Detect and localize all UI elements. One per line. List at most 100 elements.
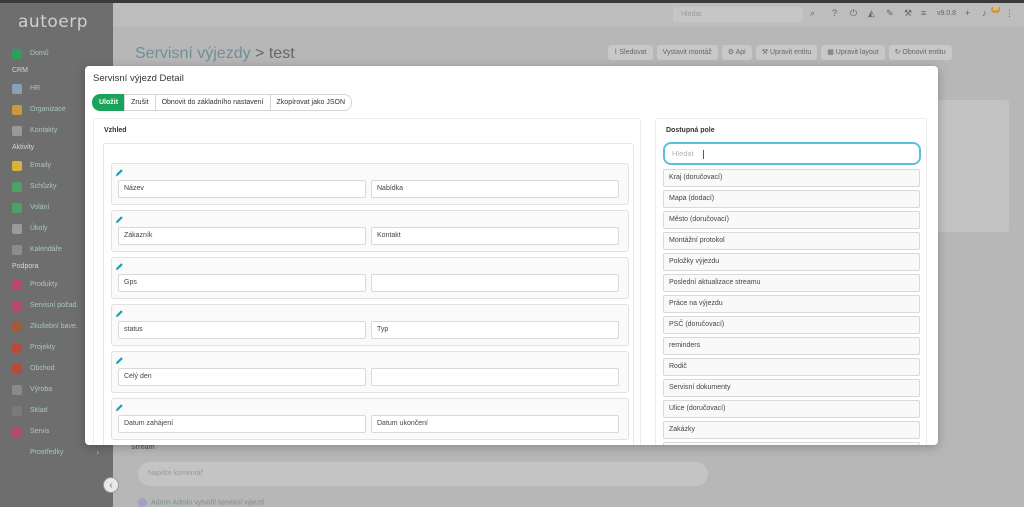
available-field-zeme-dorucovaci[interactable]: Země (doručovací) <box>663 442 920 445</box>
app-logo[interactable]: autoerp <box>18 12 88 32</box>
power-icon[interactable]: ⏻ <box>850 8 857 19</box>
page-title: Servisní výjezdy > test <box>135 45 295 63</box>
layout-row[interactable]: Zákazník Kontakt <box>111 210 629 252</box>
sidebar-item-label: Úkoly <box>30 225 48 232</box>
layout-field-kontakt[interactable]: Kontakt <box>371 227 619 245</box>
search-icon[interactable]: ⌕ <box>810 8 815 19</box>
sidebar-item-label: Zkušební bave. <box>30 323 78 330</box>
fields-search-input[interactable]: Hledat <box>663 142 921 165</box>
available-field-rodic[interactable]: Rodič <box>663 358 920 376</box>
layout-panel-body: Název Nabídka Zákazník Kontakt Gps status Typ C… <box>103 143 634 445</box>
stream-label: Stream <box>131 444 155 451</box>
bell-clear-icon[interactable]: ◭ <box>868 8 875 19</box>
layout-row[interactable]: Název Nabídka <box>111 163 629 205</box>
text-cursor-icon <box>703 150 704 159</box>
layout-field-datum-ukonceni[interactable]: Datum ukončení <box>371 415 619 433</box>
edit-entity-button[interactable]: ⚒ Upravit entitu <box>755 45 818 60</box>
notification-badge: 10 <box>991 6 1000 13</box>
database-icon[interactable]: ≡ <box>921 8 926 18</box>
layout-field-gps[interactable]: Gps <box>118 274 366 292</box>
volani-icon <box>12 202 22 213</box>
available-field-mesto-dorucovaci[interactable]: Město (doručovací) <box>663 211 920 229</box>
edit-row-pencil-icon[interactable] <box>115 309 124 318</box>
cancel-button[interactable]: Zrušit <box>124 94 156 111</box>
layout-field-cely-den[interactable]: Celý den <box>118 368 366 386</box>
available-field-zakazky[interactable]: Zakázky <box>663 421 920 439</box>
sidebar-item-prostredky[interactable]: Prostředky › <box>0 442 113 463</box>
help-icon[interactable]: ? <box>832 8 837 18</box>
modal-title: Servisní výjezd Detail <box>93 73 184 84</box>
global-search-input[interactable]: Hledat <box>673 7 803 22</box>
prostredky-icon <box>12 447 22 458</box>
breadcrumb-parent[interactable]: Servisní výjezdy <box>135 45 251 62</box>
ukoly-icon <box>12 223 22 234</box>
chevron-right-icon: › <box>96 448 99 457</box>
layout-empty-cell[interactable] <box>371 368 619 386</box>
organizace-icon <box>12 104 22 115</box>
layout-row[interactable]: Gps <box>111 257 629 299</box>
available-field-reminders[interactable]: reminders <box>663 337 920 355</box>
layout-field-zakaznik[interactable]: Zákazník <box>118 227 366 245</box>
available-field-montazni-protokol[interactable]: Montážní protokol <box>663 232 920 250</box>
layout-row[interactable]: status Typ <box>111 304 629 346</box>
edit-layout-button[interactable]: ▦ Upravit layout <box>821 45 885 60</box>
plus-icon[interactable]: + <box>965 8 970 18</box>
menu-icon[interactable]: ⋮ <box>1005 8 1014 19</box>
stream-text: vytvořil servisní výjezd <box>194 499 264 507</box>
layout-field-datum-zahajeni[interactable]: Datum zahájení <box>118 415 366 433</box>
layout-editor-modal: Servisní výjezd Detail Uložit Zrušit Obn… <box>85 66 938 445</box>
available-field-polozky-vyjezdu[interactable]: Položky výjezdu <box>663 253 920 271</box>
layout-empty-cell[interactable] <box>371 274 619 292</box>
layout-field-nabidka[interactable]: Nabídka <box>371 180 619 198</box>
collapse-sidebar-button[interactable]: ‹ <box>103 477 119 493</box>
wrench-icon[interactable]: ⚒ <box>904 8 912 19</box>
copy-as-json-button[interactable]: Zkopírovat jako JSON <box>269 94 352 111</box>
comment-input[interactable]: Napište komentář <box>138 462 708 486</box>
available-field-mapa-dodaci[interactable]: Mapa (dodací) <box>663 190 920 208</box>
servis-icon <box>12 426 22 437</box>
sidebar-item-label: Servisní požad. <box>30 302 79 309</box>
layout-row[interactable]: Celý den <box>111 351 629 393</box>
follow-button[interactable]: ⌇ Sledovat <box>608 45 653 60</box>
sidebar-item-label: Projekty <box>30 344 56 351</box>
sklad-icon <box>12 405 22 416</box>
edit-row-pencil-icon[interactable] <box>115 356 124 365</box>
available-field-kraj-dorucovaci[interactable]: Kraj (doručovací) <box>663 169 920 187</box>
edit-row-pencil-icon[interactable] <box>115 168 124 177</box>
sidebar-item-label: Domů <box>30 50 49 57</box>
refresh-entity-button[interactable]: ↻ Obnovit entitu <box>888 45 952 60</box>
available-field-posledni-aktualizace-streamu[interactable]: Poslední aktualizace streamu <box>663 274 920 292</box>
available-field-prace-na-vyjezdu[interactable]: Práce na výjezdu <box>663 295 920 313</box>
layout-field-status[interactable]: status <box>118 321 366 339</box>
sidebar-item-label: Produkty <box>30 281 58 288</box>
edit-row-pencil-icon[interactable] <box>115 262 124 271</box>
brush-icon[interactable]: ✎ <box>886 8 894 19</box>
layout-field-typ[interactable]: Typ <box>371 321 619 339</box>
stream-entry: Admin Admin vytvořil servisní výjezd <box>138 498 264 507</box>
emaily-icon <box>12 160 22 171</box>
available-field-ulice-dorucovaci[interactable]: Ulice (doručovací) <box>663 400 920 418</box>
sidebar-item-label: Organizace <box>30 106 66 113</box>
layout-row[interactable]: Datum zahájení Datum ukončení <box>111 398 629 440</box>
page-actions: ⌇ Sledovat Vystavit montáž ⚙ Api ⚒ Uprav… <box>608 45 952 60</box>
available-field-servisni-dokumenty[interactable]: Servisní dokumenty <box>663 379 920 397</box>
layout-heading: Vzhled <box>104 127 127 134</box>
save-button[interactable]: Uložit <box>92 94 126 111</box>
sidebar-item-label: HR <box>30 85 41 92</box>
available-field-psc-dorucovaci[interactable]: PSČ (doručovací) <box>663 316 920 334</box>
reset-to-default-button[interactable]: Obnovit do základního nastavení <box>154 94 271 111</box>
issue-assembly-button[interactable]: Vystavit montáž <box>656 45 718 60</box>
obchod-icon <box>12 363 22 374</box>
sidebar-item-domu[interactable]: Domů <box>0 43 113 64</box>
edit-row-pencil-icon[interactable] <box>115 215 124 224</box>
avatar <box>138 498 147 507</box>
stream-user-link[interactable]: Admin Admin <box>151 499 192 506</box>
api-button[interactable]: ⚙ Api <box>721 45 752 60</box>
notifications-icon[interactable]: ♪ <box>982 8 987 18</box>
edit-row-pencil-icon[interactable] <box>115 403 124 412</box>
kontakty-icon <box>12 125 22 136</box>
layout-field-nazev[interactable]: Název <box>118 180 366 198</box>
breadcrumb-separator: > <box>255 45 265 62</box>
record-name: test <box>268 45 295 62</box>
sidebar-item-label: Emaily <box>30 162 52 169</box>
